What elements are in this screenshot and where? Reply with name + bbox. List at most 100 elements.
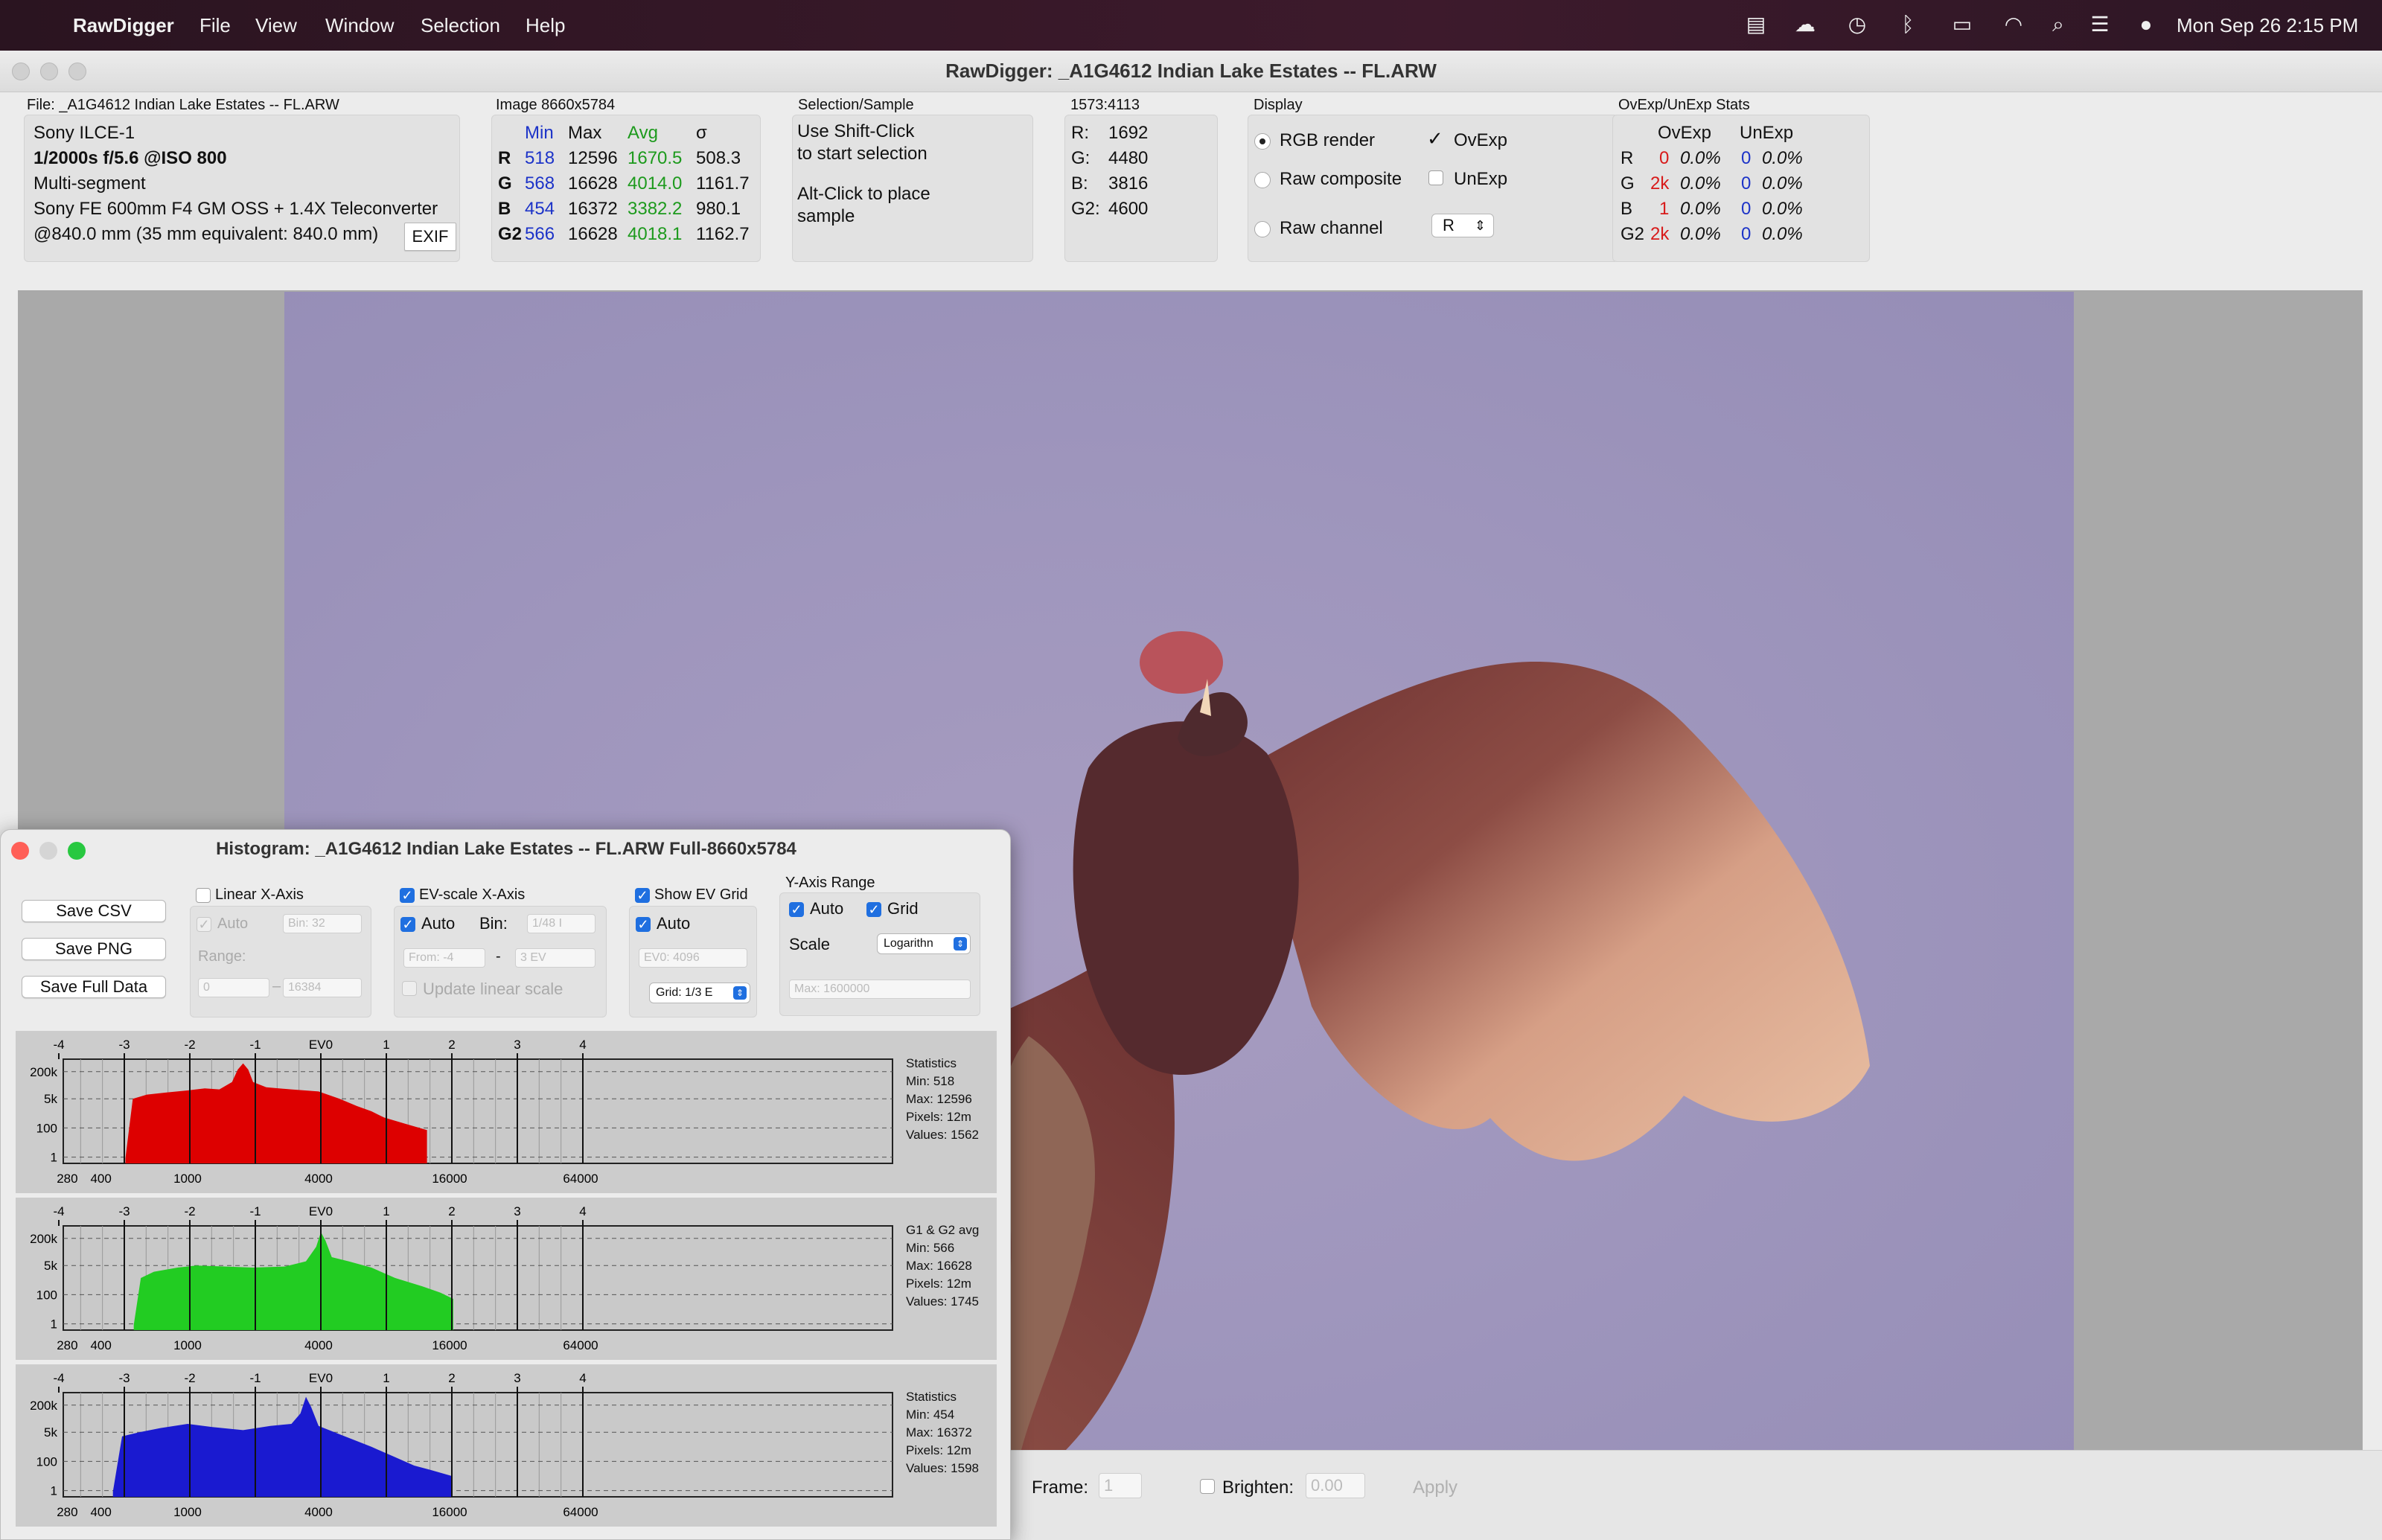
ev-tick-label: -1 [249,1204,261,1218]
menu-app-name[interactable]: RawDigger [73,14,174,37]
y-auto-checkbox[interactable]: ✓ [789,902,804,917]
file-info-group: Sony ILCE-1 1/2000s f/5.6 @ISO 800 Multi… [24,115,460,262]
menu-help[interactable]: Help [526,14,565,37]
stats-min: 454 [525,199,555,219]
grid-select[interactable]: Grid: 1/3 E ⇕ [649,983,750,1003]
selection-group: Use Shift-Click to start selection Alt-C… [792,115,1033,262]
control-center-icon[interactable]: ☰ [2084,12,2116,37]
ev-tick-label: -1 [249,1371,261,1385]
brighten-input[interactable]: 0.00 [1306,1473,1365,1498]
y-grid-checkbox[interactable]: ✓ [866,902,881,917]
stats-min: 568 [525,173,555,194]
raw-composite-label[interactable]: Raw composite [1280,169,1402,190]
stats-line: Min: 518 [906,1074,955,1088]
channel-select-value: R [1443,216,1455,234]
show-ev-grid-checkbox[interactable]: ✓ [635,888,650,903]
menu-selection[interactable]: Selection [421,14,500,37]
stats-line: Pixels: 12m [906,1110,971,1124]
raw-channel-label[interactable]: Raw channel [1280,218,1383,239]
ev-tick-label: -4 [53,1204,64,1218]
menu-clock[interactable]: Mon Sep 26 2:15 PM [2177,14,2358,37]
linear-range-to[interactable]: 16384 [283,978,362,997]
y-scale-select[interactable]: Logarithn ⇕ [877,933,971,954]
display-group: RGB render Raw composite Raw channel ✓ O… [1248,115,1618,262]
ovexp-check-icon[interactable]: ✓ [1427,127,1443,150]
histogram-window: Histogram: _A1G4612 Indian Lake Estates … [0,829,1011,1540]
ev-tick-label: 2 [448,1038,455,1052]
sigma-header: σ [696,123,707,143]
rgb-render-label[interactable]: RGB render [1280,130,1375,151]
file-label: File: _A1G4612 Indian Lake Estates -- FL… [27,97,339,113]
linear-bin-field[interactable]: Bin: 32 [283,914,362,933]
x-tick-label: 280 [57,1338,77,1352]
ev-tick-label: 4 [579,1038,586,1052]
menu-file[interactable]: File [199,14,231,37]
raw-composite-radio[interactable] [1254,172,1271,188]
wifi-icon[interactable]: ◠ [2001,12,2026,37]
ovexp-pct: 0.0% [1680,224,1721,244]
ev-auto-checkbox[interactable]: ✓ [400,917,415,932]
x-tick-label: 4000 [304,1338,333,1352]
linear-range-from[interactable]: 0 [198,978,269,997]
unexp-count: 0 [1741,173,1752,194]
stats-line: Max: 12596 [906,1092,972,1106]
cloud-icon[interactable]: ☁ [1792,12,1818,37]
frame-stepper[interactable]: 1 [1099,1473,1142,1498]
exif-button[interactable]: EXIF [404,223,456,251]
ev-bin-field[interactable]: 1/48 I [527,914,596,933]
vulture-head [1140,631,1223,694]
channel-select[interactable]: R ⇕ [1431,214,1494,237]
y-max-field[interactable]: Max: 1600000 [789,980,971,999]
ovexp-row-label: B [1621,199,1633,219]
selection-hint-2: to start selection [797,144,927,164]
apply-button[interactable]: Apply [1413,1477,1457,1498]
save-png-button[interactable]: Save PNG [22,938,166,960]
bluetooth-icon[interactable]: ᛒ [1895,12,1920,37]
x-tick-label: 64000 [563,1172,598,1186]
ev-to-field[interactable]: 3 EV [515,948,596,968]
image-stats-group: Min Max Avg σ R 518 12596 1670.5 508.3 G… [491,115,761,262]
film-icon[interactable]: ▤ [1743,12,1769,37]
raw-channel-radio[interactable] [1254,221,1271,237]
unexp-count: 0 [1741,148,1752,168]
ovexp-checkbox-label[interactable]: OvExp [1454,130,1507,151]
search-icon[interactable]: ⌕ [2046,12,2071,37]
menu-window[interactable]: Window [325,14,394,37]
brighten-checkbox[interactable] [1200,1479,1215,1494]
update-linear-checkbox[interactable] [402,981,417,996]
ev-grid-group: ✓ Auto EV0: 4096 Grid: 1/3 E ⇕ [629,906,757,1017]
ev-tick-label: -3 [118,1371,130,1385]
stats-avg: 4018.1 [628,224,683,244]
linear-x-axis-checkbox[interactable] [196,888,211,903]
sample-g-value: 4480 [1108,148,1149,168]
stats-avg: 1670.5 [628,148,683,168]
siri-icon[interactable]: ● [2133,12,2159,37]
y-tick-label: 100 [36,1454,57,1469]
ovexp-pct: 0.0% [1680,173,1721,194]
ev-auto-label: Auto [421,914,456,933]
sample-hint-1: Alt-Click to place [797,184,930,204]
ovexp-row-label: G2 [1621,224,1645,244]
rgb-render-radio[interactable] [1254,133,1271,150]
linear-auto-checkbox[interactable]: ✓ [197,917,211,932]
ev-from-field[interactable]: From: -4 [403,948,485,968]
grid-auto-checkbox[interactable]: ✓ [636,917,651,932]
save-full-data-button[interactable]: Save Full Data [22,976,166,998]
stats-line: Values: 1562 [906,1128,979,1142]
y-tick-label: 5k [44,1259,57,1273]
ev-x-axis-checkbox[interactable]: ✓ [400,888,415,903]
ovexp-row-label: R [1621,148,1634,168]
save-csv-button[interactable]: Save CSV [22,900,166,922]
unexp-checkbox[interactable] [1428,170,1443,185]
unexp-count: 0 [1741,199,1752,219]
x-tick-label: 64000 [563,1338,598,1352]
unexp-checkbox-label[interactable]: UnExp [1454,169,1507,190]
sample-values-group: R: 1692 G: 4480 B: 3816 G2: 4600 [1064,115,1218,262]
display-label: Display [1254,97,1303,113]
ev0-field[interactable]: EV0: 4096 [639,948,747,968]
time-machine-icon[interactable]: ◷ [1845,12,1870,37]
menu-view[interactable]: View [255,14,297,37]
ev-tick-label: -2 [184,1371,195,1385]
battery-icon[interactable]: ▭ [1944,12,1980,37]
frame-label: Frame: [1032,1477,1089,1498]
